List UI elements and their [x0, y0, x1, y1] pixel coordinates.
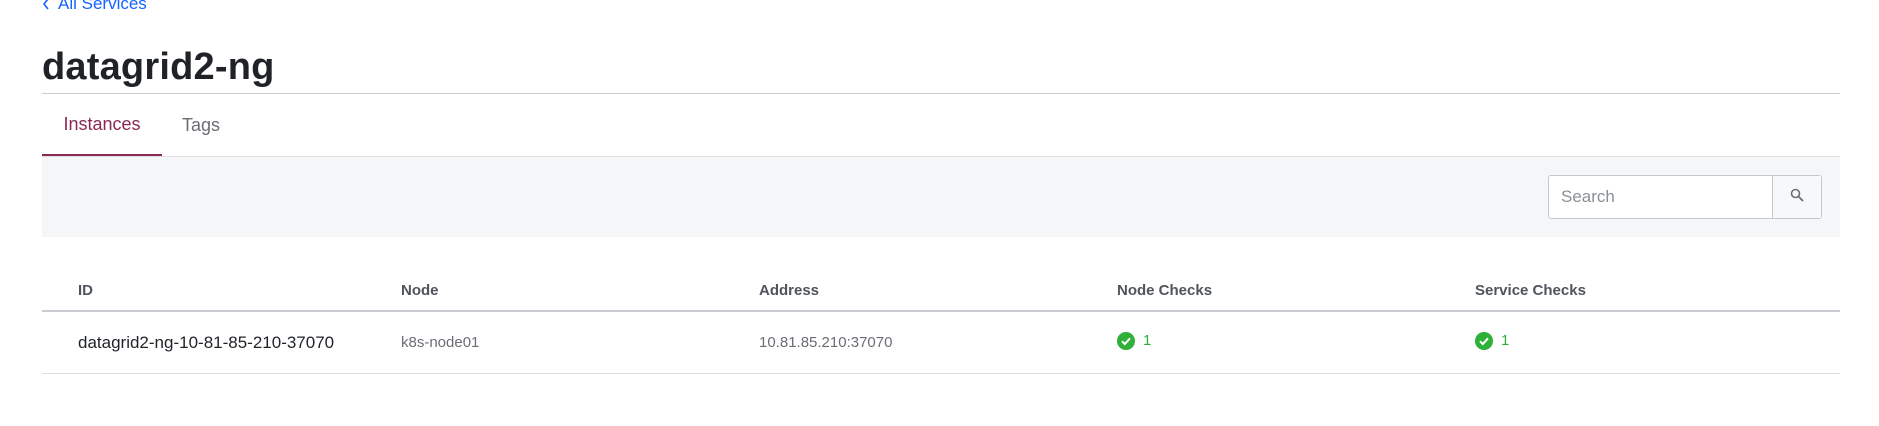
column-header-node-checks: Node Checks	[1117, 270, 1475, 312]
column-header-node: Node	[401, 270, 759, 312]
check-circle-icon	[1117, 331, 1135, 350]
search-icon	[1790, 188, 1804, 207]
filter-bar	[42, 157, 1840, 237]
search-input[interactable]	[1549, 176, 1772, 218]
node-checks-status: 1	[1117, 331, 1152, 350]
column-header-id: ID	[42, 270, 401, 312]
check-circle-icon	[1475, 331, 1493, 350]
service-checks-status: 1	[1475, 331, 1510, 350]
service-checks-cell: 1	[1475, 311, 1840, 374]
node-checks-cell: 1	[1117, 311, 1475, 374]
service-checks-count: 1	[1501, 332, 1510, 349]
column-header-address: Address	[759, 270, 1117, 312]
chevron-left-icon	[42, 0, 52, 11]
tab-tags[interactable]: Tags	[162, 95, 240, 156]
instances-table: ID Node Address Node Checks Service Chec…	[42, 270, 1840, 374]
service-detail-page: All Services datagrid2-ng Instances Tags…	[0, 0, 1879, 426]
page-title: datagrid2-ng	[42, 46, 275, 88]
search-button[interactable]	[1772, 176, 1821, 218]
title-divider	[42, 93, 1840, 94]
breadcrumb-all-services[interactable]: All Services	[42, 0, 147, 14]
table-row[interactable]: datagrid2-ng-10-81-85-210-37070 k8s-node…	[42, 311, 1840, 374]
tab-instances[interactable]: Instances	[42, 95, 162, 156]
node-checks-count: 1	[1143, 332, 1152, 349]
instance-address: 10.81.85.210:37070	[759, 311, 1117, 374]
instance-node: k8s-node01	[401, 311, 759, 374]
column-header-service-checks: Service Checks	[1475, 270, 1840, 312]
table-header-row: ID Node Address Node Checks Service Chec…	[42, 270, 1840, 312]
tab-bar: Instances Tags	[42, 95, 240, 157]
instance-id[interactable]: datagrid2-ng-10-81-85-210-37070	[42, 311, 401, 374]
breadcrumb-label: All Services	[58, 0, 147, 13]
search-box	[1548, 175, 1822, 219]
